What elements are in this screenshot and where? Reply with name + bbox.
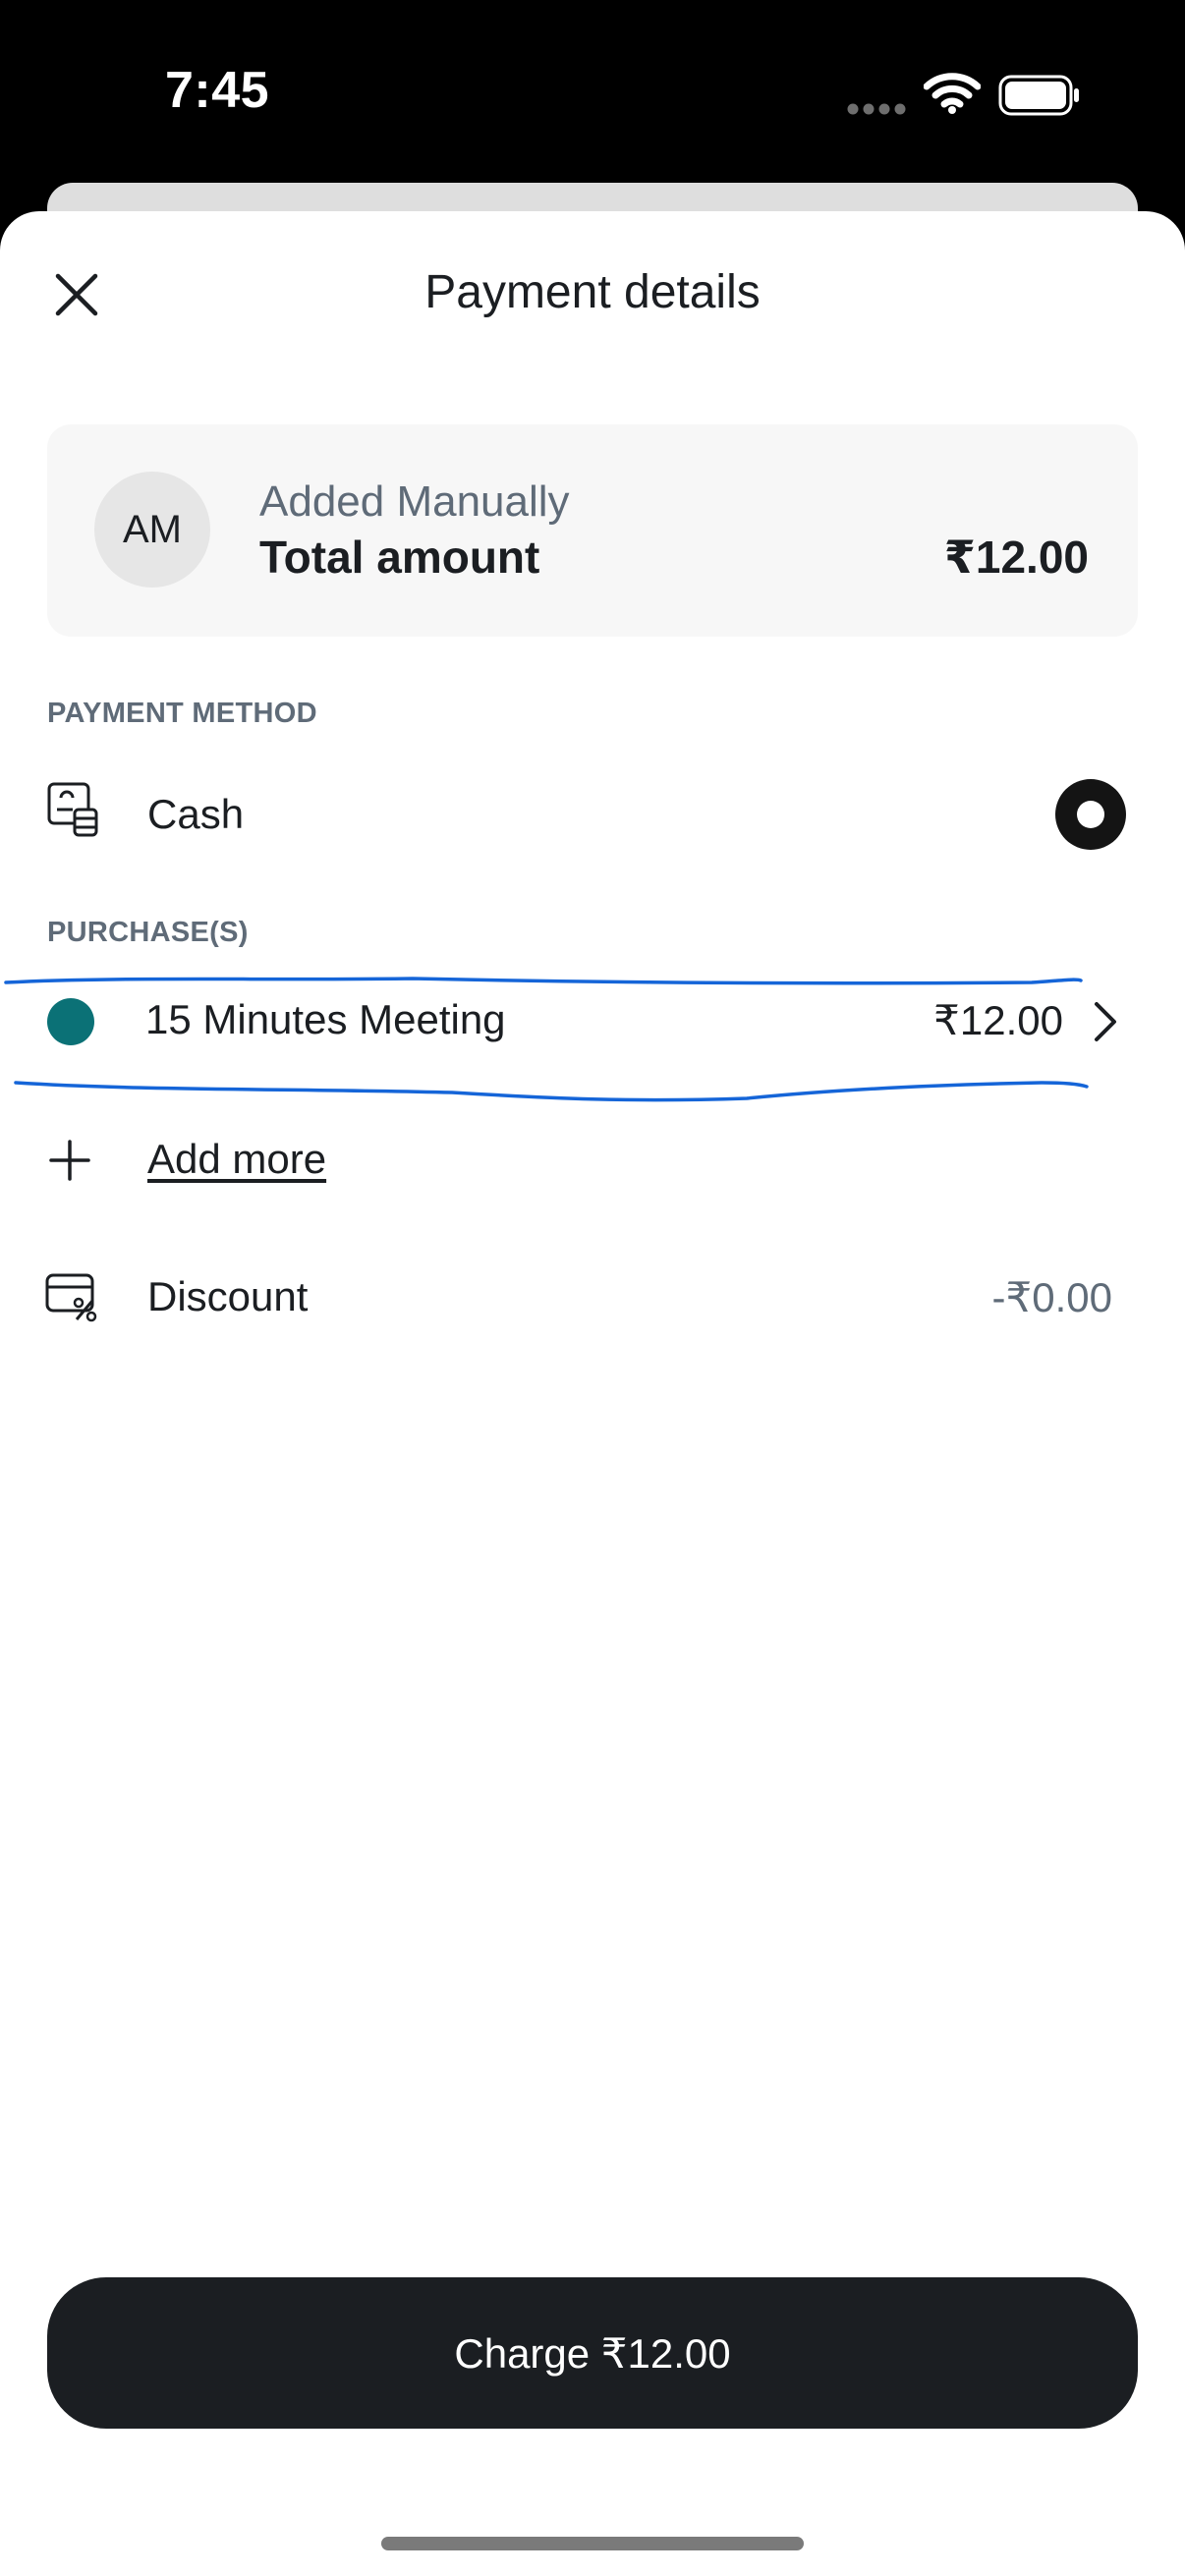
wifi-icon xyxy=(924,73,981,114)
discount-label: Discount xyxy=(147,1273,309,1319)
purchase-item-price: ₹12.00 xyxy=(933,997,1063,1043)
purchase-color-dot xyxy=(47,998,94,1045)
status-time: 7:45 xyxy=(165,62,270,119)
cash-radio-button[interactable] xyxy=(1055,779,1126,850)
chevron-right-icon xyxy=(1095,1002,1116,1041)
charge-button[interactable]: Charge ₹12.00 xyxy=(47,2277,1138,2429)
payment-method-section-label: PAYMENT METHOD xyxy=(47,698,317,729)
add-more-link[interactable]: Add more xyxy=(147,1136,326,1183)
plus-icon[interactable] xyxy=(49,1140,90,1181)
purchase-item-name: 15 Minutes Meeting xyxy=(145,996,506,1042)
customer-summary-card: AM Added Manually Total amount ₹12.00 xyxy=(47,424,1138,637)
avatar: AM xyxy=(94,472,210,588)
total-amount-value: ₹12.00 xyxy=(943,532,1089,583)
purchase-item-row[interactable]: 15 Minutes Meeting ₹12.00 xyxy=(0,973,1185,1071)
purchases-section-label: PURCHASE(S) xyxy=(47,917,249,948)
payment-method-cash-label: Cash xyxy=(147,791,245,837)
discount-icon xyxy=(45,1273,97,1322)
page-title: Payment details xyxy=(424,266,761,318)
total-amount-label: Total amount xyxy=(259,532,540,583)
home-indicator xyxy=(381,2537,804,2550)
status-bar: 7:45 xyxy=(0,0,1185,187)
cellular-signal-icon xyxy=(847,103,906,115)
cash-icon xyxy=(47,782,98,837)
radio-selected-dot xyxy=(1077,801,1104,828)
battery-icon xyxy=(998,75,1079,116)
discount-value[interactable]: -₹0.00 xyxy=(992,1273,1112,1321)
customer-name: Added Manually xyxy=(259,477,570,526)
